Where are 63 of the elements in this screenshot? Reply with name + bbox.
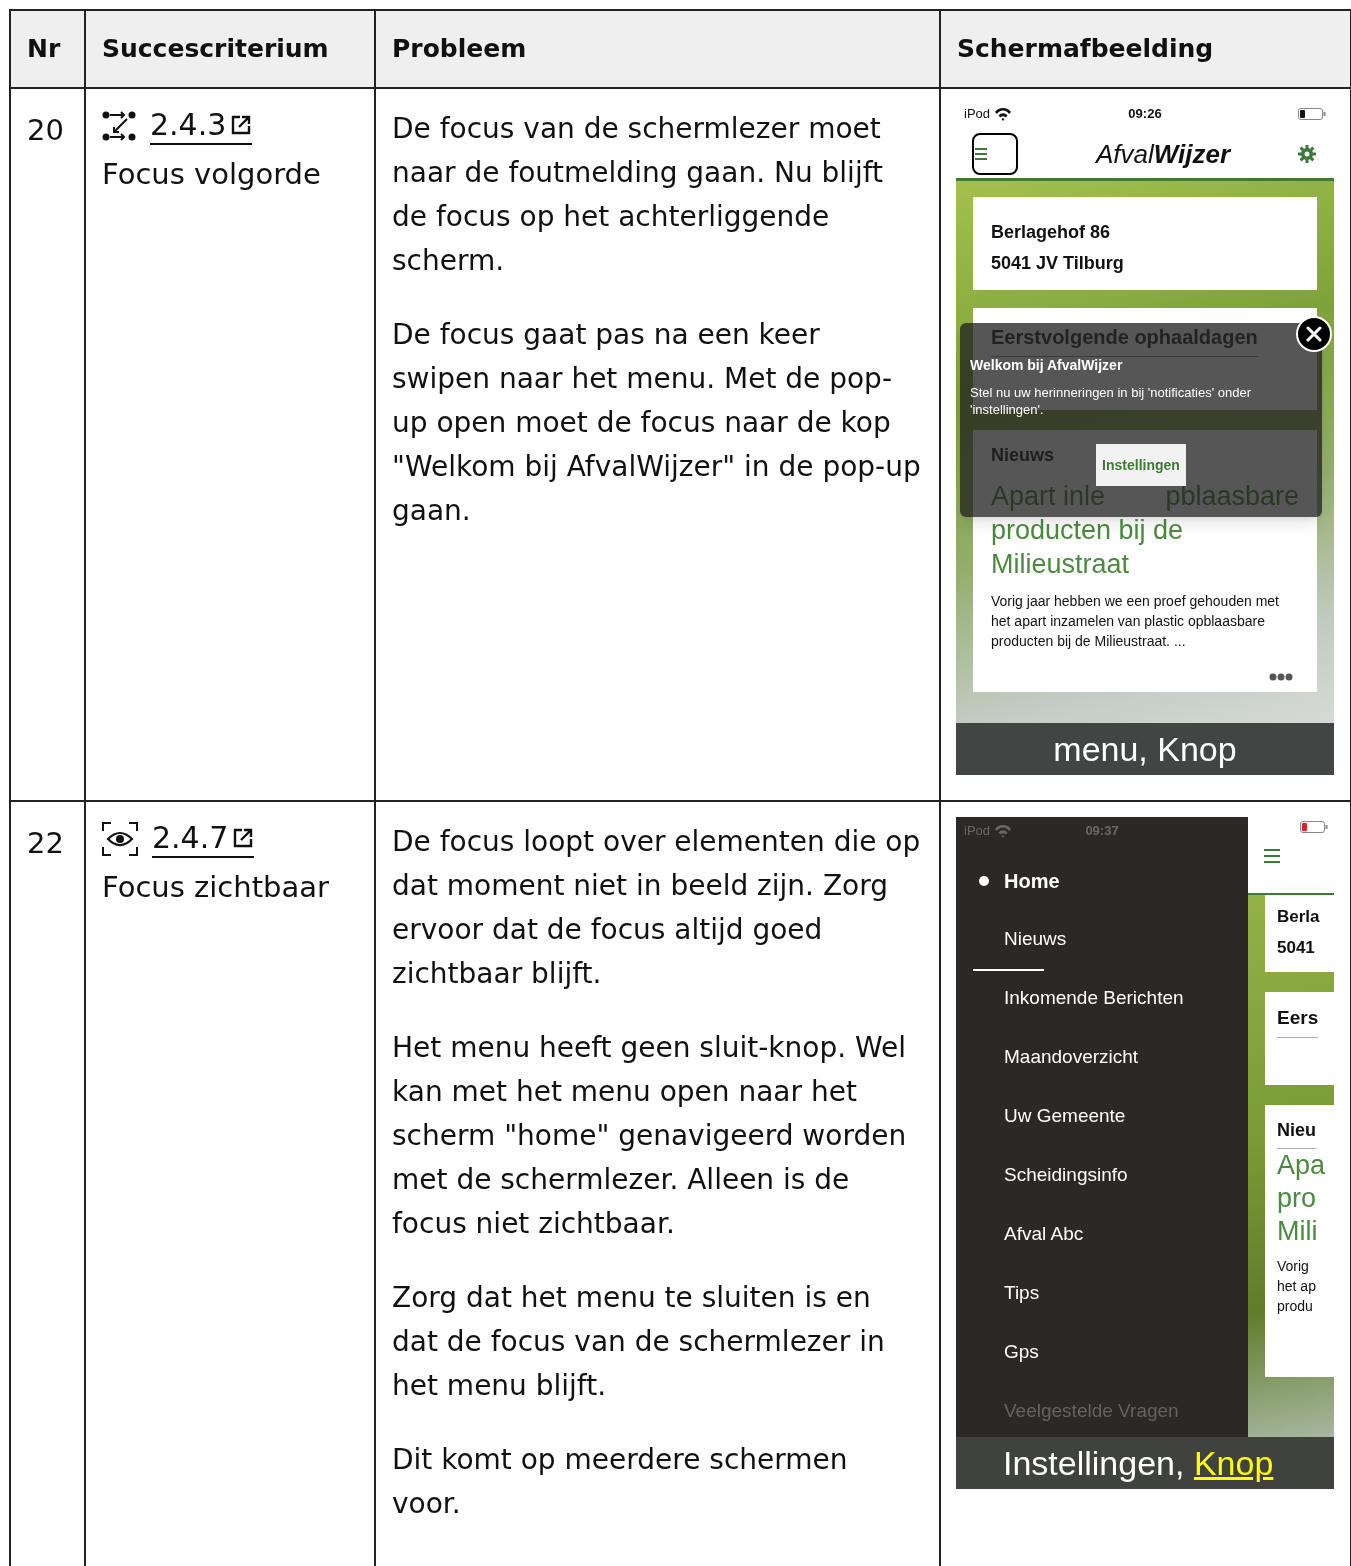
column-header: Schermafbeelding [957, 33, 1214, 66]
address-line: Berlagehof 86 [991, 221, 1112, 244]
news-summary-line: produ [1277, 1297, 1313, 1316]
external-link-icon [232, 827, 255, 849]
row-number: 20 [27, 113, 64, 147]
criterion-name: Focus zichtbaar [102, 869, 330, 906]
status-time: 09:37 [1085, 822, 1119, 840]
settings-icon [1298, 145, 1316, 163]
column-header: Succescriterium [102, 33, 329, 66]
address-line: 5041 [1277, 937, 1315, 959]
menu-icon [975, 147, 987, 161]
wifi-icon [994, 823, 1013, 838]
popup-title: Welkom bij AfvalWijzer [970, 356, 1124, 375]
menu-item[interactable]: Inkomende Berichten [1004, 984, 1184, 1013]
menu-item[interactable]: Tips [1004, 1279, 1040, 1308]
external-link-icon [230, 114, 253, 136]
status-carrier: iPod [964, 104, 991, 123]
address-line: 5041 JV Tilburg [991, 252, 1125, 275]
column-header: Probleem [392, 33, 527, 66]
focus-order-icon [102, 110, 136, 142]
problem-paragraph: De focus gaat pas na een keer swipen naar het menu. Met de pop-up open moet de focus naar de kop "Welkom bij AfvalWijzer" in de pop-up gaan. [392, 317, 922, 529]
more-icon [1269, 673, 1293, 681]
caption-text: Instellingen, Knop [1003, 1442, 1274, 1484]
menu-item[interactable]: Uw Gemeente [1004, 1102, 1126, 1131]
card-heading: Nieuws [991, 444, 1055, 467]
close-icon [1306, 326, 1322, 342]
problem-paragraph: Het menu heeft geen sluit-knop. Wel kan met het menu open naar het scherm "home" genavigeerd worden met de schermlezer. Alleen is de focus niet zichtbaar. [392, 1030, 908, 1242]
news-summary-line: het ap [1277, 1277, 1316, 1296]
eye-focus-icon [102, 822, 138, 856]
menu-item[interactable]: Gps [1004, 1338, 1039, 1367]
column-header: Nr [27, 33, 61, 66]
criterion-link[interactable]: 2.4.7 [152, 820, 255, 858]
status-carrier: iPod [964, 822, 991, 840]
news-headline[interactable]: pro [1277, 1182, 1317, 1215]
criterion-name: Focus volgorde [102, 156, 322, 193]
app-logo: AfvalWijzer [1095, 137, 1231, 171]
problem-paragraph: Zorg dat het menu te sluiten is en dat de focus van de schermlezer in het menu blijft. [392, 1280, 886, 1404]
problem-paragraph: De focus van de schermlezer moet naar de foutmelding gaan. Nu blijft de focus op het achterliggende scherm. [392, 111, 885, 279]
problem-paragraph: Dit komt op meerdere schermen voor. [392, 1442, 849, 1522]
menu-icon [1264, 849, 1280, 863]
menu-button[interactable] [972, 133, 1018, 175]
row-number: 22 [27, 826, 64, 860]
news-summary: Vorig jaar hebben we een proef gehouden met het apart inzamelen van plastic opblaasbare producten bij de Milieustraat. ... [991, 592, 1280, 651]
menu-item[interactable]: Afval Abc [1004, 1220, 1084, 1249]
caption-text: menu, Knop [956, 723, 1334, 775]
address-line: Berla [1277, 906, 1320, 928]
news-headline[interactable]: Milieustraat [991, 547, 1130, 581]
menu-item[interactable]: Maandoverzicht [1004, 1043, 1139, 1072]
settings-button[interactable]: Instellingen [1096, 444, 1186, 486]
card-heading: Nieu [1277, 1117, 1316, 1149]
menu-item[interactable]: Scheidingsinfo [1004, 1161, 1128, 1190]
popup-message: Stel nu uw herinneringen in bij 'notificaties' onder 'instellingen'. [970, 384, 1253, 418]
menu-item[interactable]: Nieuws [1004, 925, 1067, 954]
wifi-icon [994, 106, 1013, 121]
status-time: 09:26 [1128, 104, 1162, 123]
news-headline[interactable]: Apa [1277, 1149, 1326, 1182]
menu-item[interactable]: Home [1004, 865, 1060, 896]
news-summary-line: Vorig [1277, 1257, 1309, 1276]
card-heading: Eers [1277, 1004, 1319, 1038]
problem-paragraph: De focus loopt over elementen die op dat moment niet in beeld zijn. Zorg ervoor dat de focus altijd goed zichtbaar blijft. [392, 824, 922, 992]
news-headline[interactable]: producten bij de [991, 513, 1184, 547]
news-headline[interactable]: Mili [1277, 1215, 1318, 1248]
criterion-link[interactable]: 2.4.3 [150, 107, 253, 145]
